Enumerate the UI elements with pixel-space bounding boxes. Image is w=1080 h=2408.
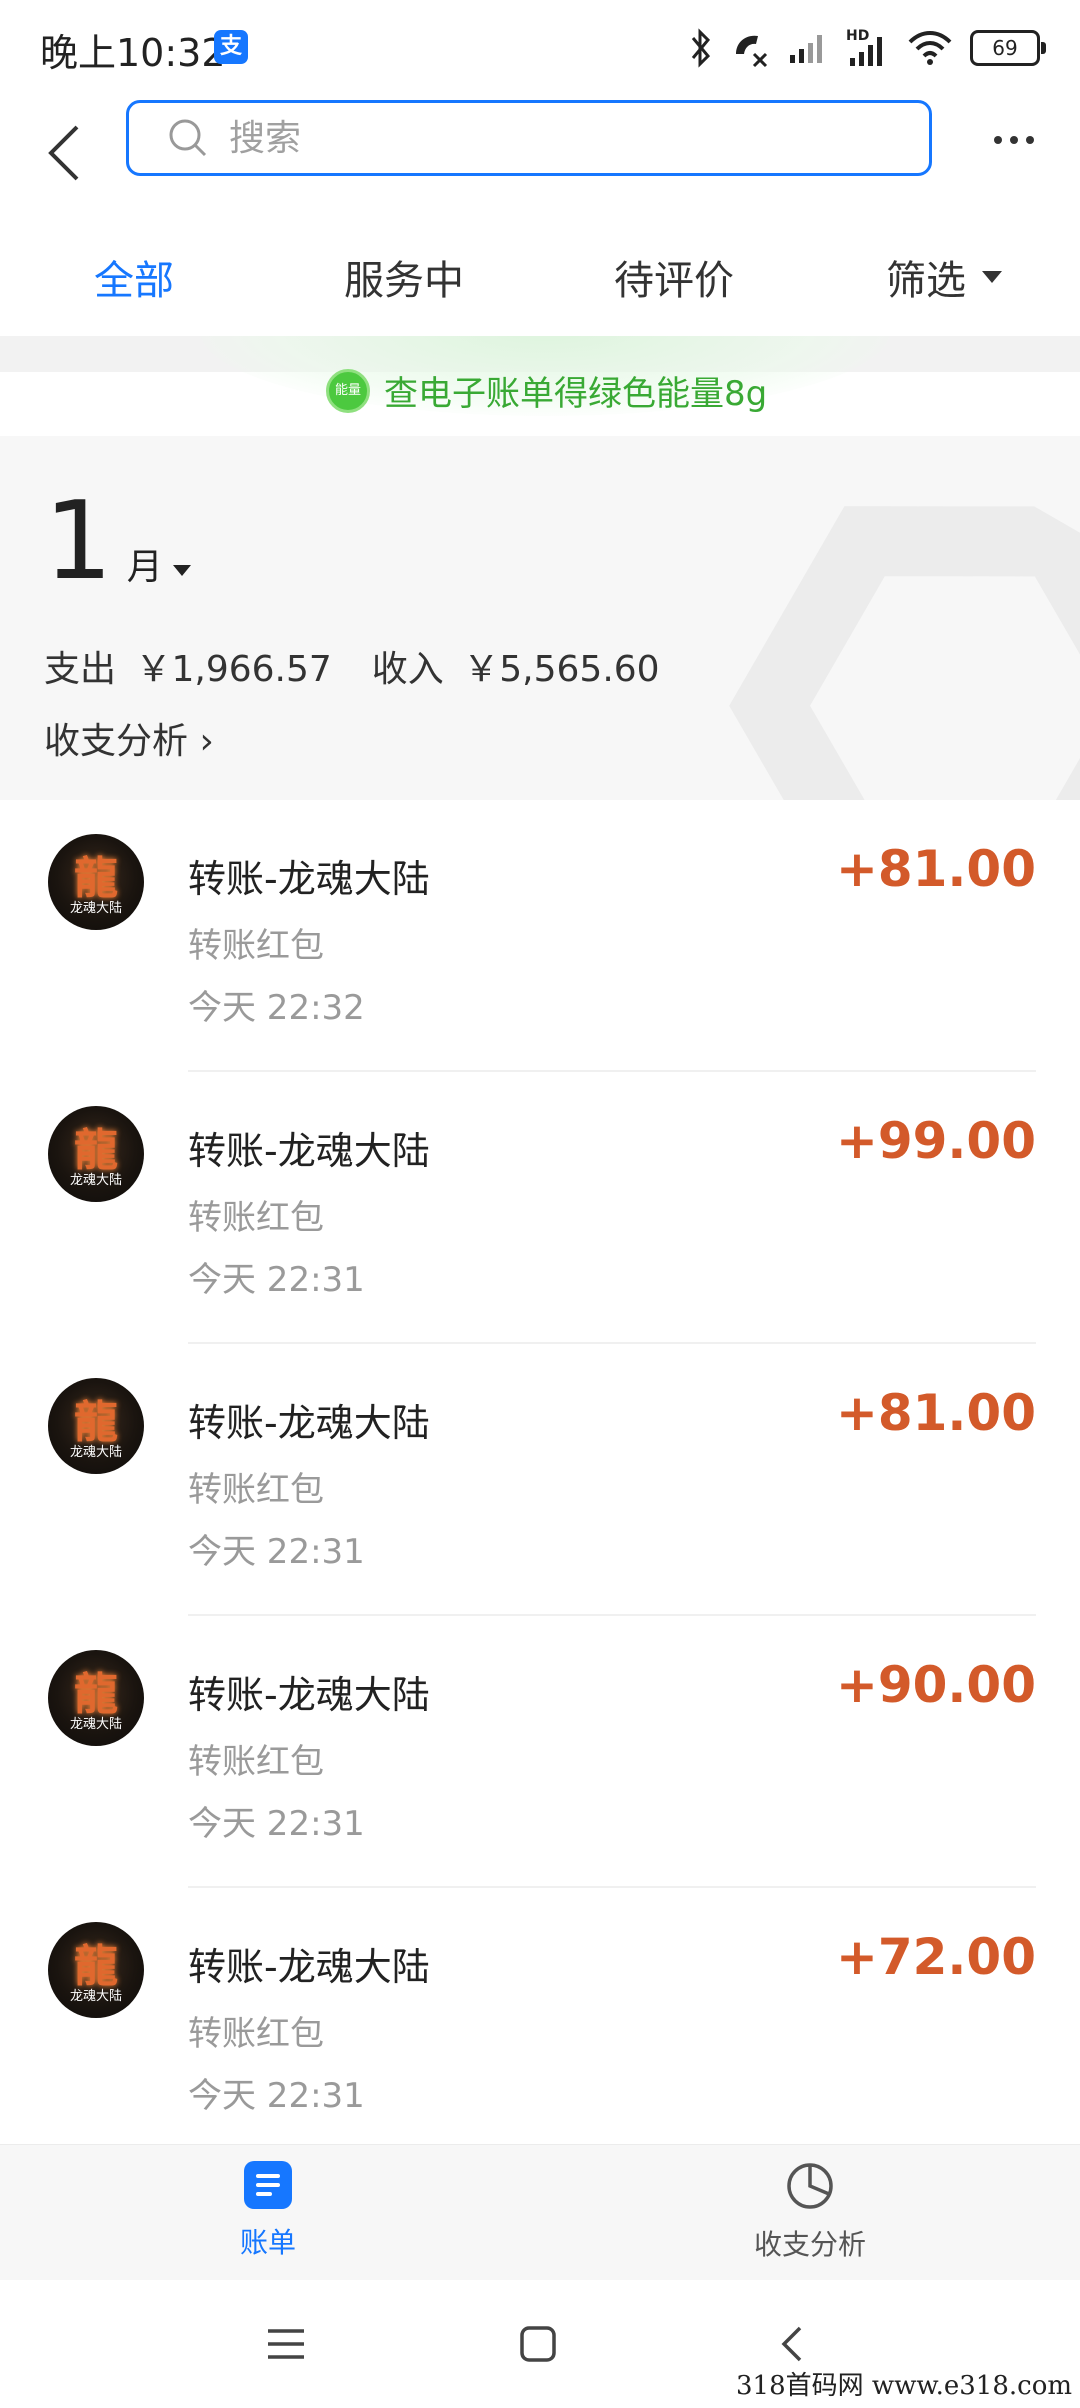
expense-label: 支出 — [44, 649, 117, 690]
menu-button[interactable] — [256, 2316, 316, 2372]
totals: 支出 ￥1,966.57 收入 ￥5,565.60 — [44, 640, 660, 692]
caret-down-icon — [172, 565, 191, 576]
bottom-tab-label: 账单 — [239, 2226, 296, 2259]
signal-icon — [790, 35, 822, 63]
transaction-time: 今天 22:31 — [188, 1804, 365, 1844]
income-expense-analysis-link[interactable]: 收支分析 › — [44, 712, 214, 764]
header — [0, 96, 1080, 228]
bottom-tab-bar: 账单 收支分析 — [0, 2144, 1080, 2281]
battery-icon: 69 — [970, 30, 1046, 66]
month-unit: 月 — [126, 547, 163, 588]
analysis-link-label: 收支分析 › — [44, 721, 214, 762]
avatar: 龍 龙魂大陆 — [48, 1106, 144, 1202]
avatar-caption: 龙魂大陆 — [69, 901, 122, 916]
transaction-list: 龍 龙魂大陆 转账-龙魂大陆 转账红包 今天 22:32 +81.00 龍 龙魂… — [0, 800, 1080, 2144]
menu-icon — [268, 2329, 304, 2359]
home-icon — [520, 2326, 556, 2362]
transaction-amount: +72.00 — [835, 1928, 1036, 1986]
transaction-row[interactable]: 龍 龙魂大陆 转账-龙魂大陆 转账红包 今天 22:32 +81.00 — [0, 800, 1080, 1072]
expense-value: ￥1,966.57 — [135, 649, 332, 690]
system-back-button[interactable] — [762, 2316, 822, 2372]
transaction-time: 今天 22:31 — [188, 1532, 365, 1572]
tab-to-review[interactable]: 待评价 — [614, 248, 734, 306]
transaction-row[interactable]: 龍 龙魂大陆 转账-龙魂大陆 转账红包 今天 22:31 +90.00 — [0, 1616, 1080, 1888]
month-number: 1 — [44, 479, 113, 604]
system-nav-bar: 318首码网 www.e318.com — [0, 2280, 1080, 2408]
signal-hd-icon: HD — [846, 28, 890, 68]
transaction-subtitle: 转账红包 — [188, 1198, 324, 1238]
energy-badge-icon: 能量 — [326, 368, 370, 413]
income-value: ￥5,565.60 — [463, 649, 660, 690]
caret-down-icon — [982, 271, 1002, 283]
expense-total: 支出 ￥1,966.57 — [44, 640, 332, 692]
back-button[interactable] — [30, 118, 100, 188]
transaction-amount: +99.00 — [835, 1112, 1036, 1170]
month-summary: 1 月 支出 ￥1,966.57 收入 ￥5,565.60 收支分析 › — [0, 436, 1080, 800]
transaction-subtitle: 转账红包 — [188, 2014, 324, 2054]
energy-banner-text: 查电子账单得绿色能量8g — [384, 374, 768, 414]
transaction-row[interactable]: 龍 龙魂大陆 转账-龙魂大陆 转账红包 今天 22:31 +81.00 — [0, 1344, 1080, 1616]
transaction-row[interactable]: 龍 龙魂大陆 转账-龙魂大陆 转账红包 今天 22:31 +72.00 — [0, 1888, 1080, 2160]
filter-tabs: 全部 服务中 待评价 筛选 — [0, 228, 1080, 336]
bottom-tab-label: 收支分析 — [753, 2228, 866, 2261]
transaction-amount: +90.00 — [835, 1656, 1036, 1714]
transaction-amount: +81.00 — [835, 840, 1036, 898]
transaction-time: 今天 22:32 — [188, 988, 365, 1028]
chevron-left-icon — [781, 2326, 802, 2362]
bills-icon — [244, 2161, 292, 2209]
transaction-subtitle: 转账红包 — [188, 1742, 324, 1782]
transaction-title: 转账-龙魂大陆 — [188, 1945, 430, 1989]
transaction-row[interactable]: 龍 龙魂大陆 转账-龙魂大陆 转账红包 今天 22:31 +99.00 — [0, 1072, 1080, 1344]
avatar-caption: 龙魂大陆 — [69, 1989, 122, 2004]
tab-in-service[interactable]: 服务中 — [344, 248, 464, 306]
transaction-title: 转账-龙魂大陆 — [188, 1401, 430, 1445]
energy-banner[interactable]: 能量 查电子账单得绿色能量8g — [0, 336, 1080, 436]
dot-icon — [1026, 136, 1034, 144]
call-muted-icon — [736, 35, 768, 68]
search-box[interactable] — [126, 100, 932, 176]
month-selector[interactable]: 1 月 — [44, 479, 191, 604]
avatar-caption: 龙魂大陆 — [69, 1717, 122, 1732]
tab-filter[interactable]: 筛选 — [886, 248, 1002, 306]
transaction-subtitle: 转账红包 — [188, 926, 324, 966]
search-icon — [165, 115, 211, 161]
avatar: 龍 龙魂大陆 — [48, 834, 144, 930]
avatar: 龍 龙魂大陆 — [48, 1650, 144, 1746]
more-options-button[interactable] — [984, 120, 1044, 160]
tab-all[interactable]: 全部 — [94, 248, 174, 306]
status-bar: 晚上10:32 支 HD 69 — [0, 0, 1080, 96]
dot-icon — [994, 136, 1002, 144]
status-time: 晚上10:32 — [40, 31, 226, 75]
dot-icon — [1010, 136, 1018, 144]
avatar: 龍 龙魂大陆 — [48, 1378, 144, 1474]
avatar: 龍 龙魂大陆 — [48, 1922, 144, 2018]
transaction-title: 转账-龙魂大陆 — [188, 1673, 430, 1717]
transaction-time: 今天 22:31 — [188, 2076, 365, 2116]
bluetooth-icon — [691, 28, 711, 68]
income-label: 收入 — [371, 649, 444, 690]
search-input[interactable] — [227, 116, 831, 160]
chevron-left-icon — [48, 125, 79, 181]
energy-content: 能量 查电子账单得绿色能量8g — [326, 366, 767, 415]
pie-chart-icon — [787, 2163, 833, 2209]
wifi-icon — [908, 31, 952, 65]
avatar-caption: 龙魂大陆 — [69, 1445, 122, 1460]
bottom-tab-analysis[interactable]: 收支分析 — [710, 2161, 910, 2263]
home-button[interactable] — [508, 2316, 568, 2372]
transaction-amount: +81.00 — [835, 1384, 1036, 1442]
transaction-time: 今天 22:31 — [188, 1260, 365, 1300]
transaction-title: 转账-龙魂大陆 — [188, 857, 430, 901]
tab-filter-label: 筛选 — [886, 258, 966, 304]
income-total: 收入 ￥5,565.60 — [372, 640, 660, 692]
alipay-app-icon: 支 — [214, 30, 248, 64]
bottom-tab-bills[interactable]: 账单 — [168, 2161, 368, 2261]
decorative-hexagon — [729, 506, 1080, 800]
transaction-subtitle: 转账红包 — [188, 1470, 324, 1510]
status-icons: HD 69 — [690, 26, 1046, 70]
transaction-title: 转账-龙魂大陆 — [188, 1129, 430, 1173]
avatar-caption: 龙魂大陆 — [69, 1173, 122, 1188]
watermark: 318首码网 www.e318.com — [736, 2371, 1072, 2401]
